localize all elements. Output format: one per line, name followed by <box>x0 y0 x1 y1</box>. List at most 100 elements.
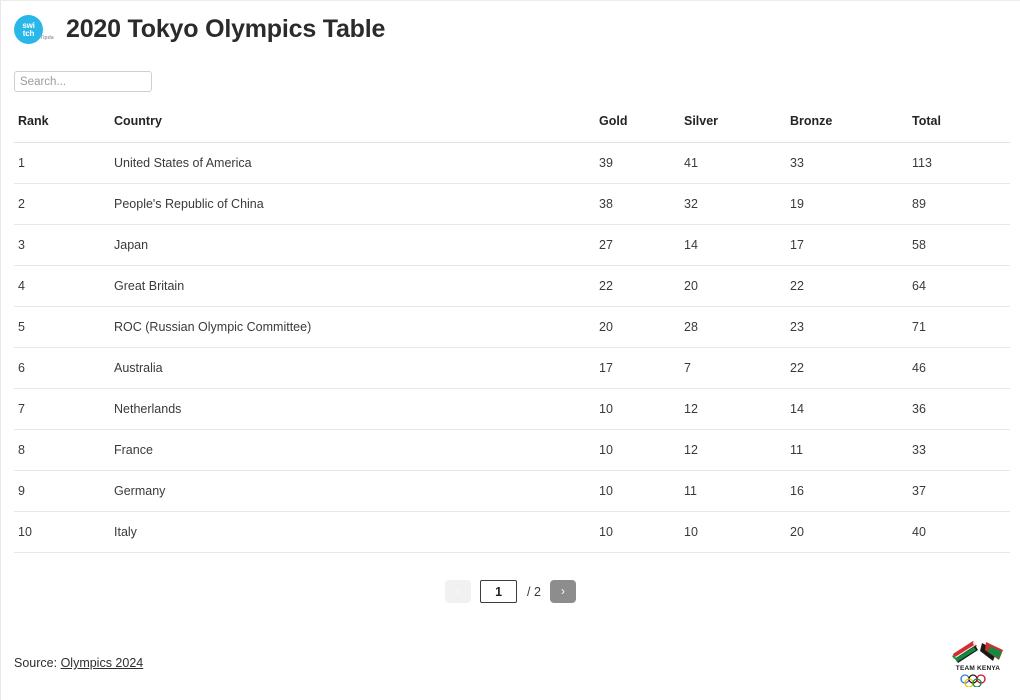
cell-bronze: 17 <box>790 224 912 266</box>
cell-bronze: 20 <box>790 511 912 553</box>
team-kenya-caption: TEAM KENYA <box>955 665 1001 672</box>
cell-total: 113 <box>912 142 1010 184</box>
cell-silver: 28 <box>684 306 790 348</box>
table-row: 4 Great Britain 22 20 22 64 <box>14 265 1010 307</box>
medals-table-container: Rank Country Gold Silver Bronze Total 1U… <box>14 114 1010 603</box>
cell-rank: 3 <box>14 224 114 266</box>
cell-country: Germany <box>114 470 599 512</box>
cell-rank: 8 <box>14 429 114 471</box>
medals-table: Rank Country Gold Silver Bronze Total 1U… <box>14 114 1010 553</box>
page-root: swi tch Tipda 2020 Tokyo Olympics Table … <box>0 0 1020 700</box>
source-prefix-label: Source: <box>14 656 61 670</box>
cell-bronze: 23 <box>790 306 912 348</box>
cell-gold: 20 <box>599 306 684 348</box>
table-head: Rank Country Gold Silver Bronze Total <box>14 114 1010 143</box>
table-row: 10 Italy 10 10 20 40 <box>14 511 1010 553</box>
search-container <box>1 53 1020 92</box>
switch-logo-line2: tch <box>22 28 35 38</box>
cell-bronze: 19 <box>790 183 912 225</box>
table-row: 1 United States of America 39 41 33 113 <box>14 142 1010 184</box>
pagination: ‹ / 2 › <box>14 580 1007 603</box>
source-line: Source: Olympics 2024 <box>14 656 143 670</box>
table-body: 1 United States of America 39 41 33 113 2 Peopl… <box>14 142 1010 553</box>
cell-silver: 12 <box>684 388 790 430</box>
cell-gold: 10 <box>599 511 684 553</box>
column-header-silver[interactable]: Silver <box>684 114 790 143</box>
cell-silver: 11 <box>684 470 790 512</box>
cell-country: United States of America <box>114 142 599 184</box>
switch-logo-text: swi tch <box>14 15 43 44</box>
cell-silver: 14 <box>684 224 790 266</box>
cell-bronze: 22 <box>790 265 912 307</box>
cell-total: 40 <box>912 511 1010 553</box>
column-header-total[interactable]: Total <box>912 114 1010 143</box>
table-row: 8 France 10 12 11 33 <box>14 429 1010 471</box>
cell-total: 64 <box>912 265 1010 307</box>
cell-gold: 10 <box>599 429 684 471</box>
table-row: 9 Germany 10 11 16 37 <box>14 470 1010 512</box>
cell-total: 33 <box>912 429 1010 471</box>
cell-country: Japan <box>114 224 599 266</box>
cell-country: Netherlands <box>114 388 599 430</box>
cell-country: Australia <box>114 347 599 389</box>
olympic-rings-icon <box>949 674 1007 692</box>
cell-gold: 39 <box>599 142 684 184</box>
table-header-row: Rank Country Gold Silver Bronze Total <box>14 114 1010 143</box>
cell-silver: 20 <box>684 265 790 307</box>
search-input[interactable] <box>14 71 152 92</box>
cell-gold: 10 <box>599 388 684 430</box>
switch-logo-icon: swi tch Tipda <box>14 13 54 45</box>
cell-bronze: 14 <box>790 388 912 430</box>
cell-bronze: 11 <box>790 429 912 471</box>
table-row: 7 Netherlands 10 12 14 36 <box>14 388 1010 430</box>
cell-gold: 17 <box>599 347 684 389</box>
cell-rank: 2 <box>14 183 114 225</box>
table-row: 6 Australia 17 7 22 46 <box>14 347 1010 389</box>
cell-total: 46 <box>912 347 1010 389</box>
cell-total: 36 <box>912 388 1010 430</box>
cell-country: Great Britain <box>114 265 599 307</box>
cell-rank: 7 <box>14 388 114 430</box>
cell-gold: 10 <box>599 470 684 512</box>
cell-total: 71 <box>912 306 1010 348</box>
cell-bronze: 33 <box>790 142 912 184</box>
pagination-total-pages: / 2 <box>527 584 541 599</box>
column-header-country[interactable]: Country <box>114 114 599 143</box>
cell-bronze: 22 <box>790 347 912 389</box>
cell-total: 89 <box>912 183 1010 225</box>
table-row: 3 Japan 27 14 17 58 <box>14 224 1010 266</box>
cell-gold: 38 <box>599 183 684 225</box>
cell-country: Italy <box>114 511 599 553</box>
cell-bronze: 16 <box>790 470 912 512</box>
cell-rank: 4 <box>14 265 114 307</box>
cell-total: 58 <box>912 224 1010 266</box>
cell-country: ROC (Russian Olympic Committee) <box>114 306 599 348</box>
cell-silver: 32 <box>684 183 790 225</box>
table-row: 5 ROC (Russian Olympic Committee) 20 28 23 71 <box>14 306 1010 348</box>
cell-rank: 5 <box>14 306 114 348</box>
cell-silver: 7 <box>684 347 790 389</box>
cell-rank: 10 <box>14 511 114 553</box>
column-header-rank[interactable]: Rank <box>14 114 114 143</box>
pagination-next-button[interactable]: › <box>549 580 576 603</box>
team-kenya-flag-shapes <box>952 641 1003 663</box>
page-footer: Source: Olympics 2024 TEAM KENYA <box>1 626 1020 700</box>
table-row: 2 People's Republic of China 38 32 19 89 <box>14 183 1010 225</box>
pagination-prev-button[interactable]: ‹ <box>445 580 472 603</box>
source-link[interactable]: Olympics 2024 <box>61 656 144 670</box>
column-header-bronze[interactable]: Bronze <box>790 114 912 143</box>
pagination-page-input[interactable] <box>480 580 518 603</box>
team-kenya-logo-icon: TEAM KENYA <box>949 637 1007 689</box>
cell-silver: 41 <box>684 142 790 184</box>
column-header-gold[interactable]: Gold <box>599 114 684 143</box>
cell-rank: 6 <box>14 347 114 389</box>
page-header: swi tch Tipda 2020 Tokyo Olympics Table <box>1 1 1020 53</box>
cell-country: People's Republic of China <box>114 183 599 225</box>
cell-gold: 22 <box>599 265 684 307</box>
cell-silver: 10 <box>684 511 790 553</box>
switch-logo-subtext: Tipda <box>40 35 54 41</box>
cell-rank: 1 <box>14 142 114 184</box>
cell-country: France <box>114 429 599 471</box>
cell-total: 37 <box>912 470 1010 512</box>
page-title: 2020 Tokyo Olympics Table <box>66 15 386 43</box>
